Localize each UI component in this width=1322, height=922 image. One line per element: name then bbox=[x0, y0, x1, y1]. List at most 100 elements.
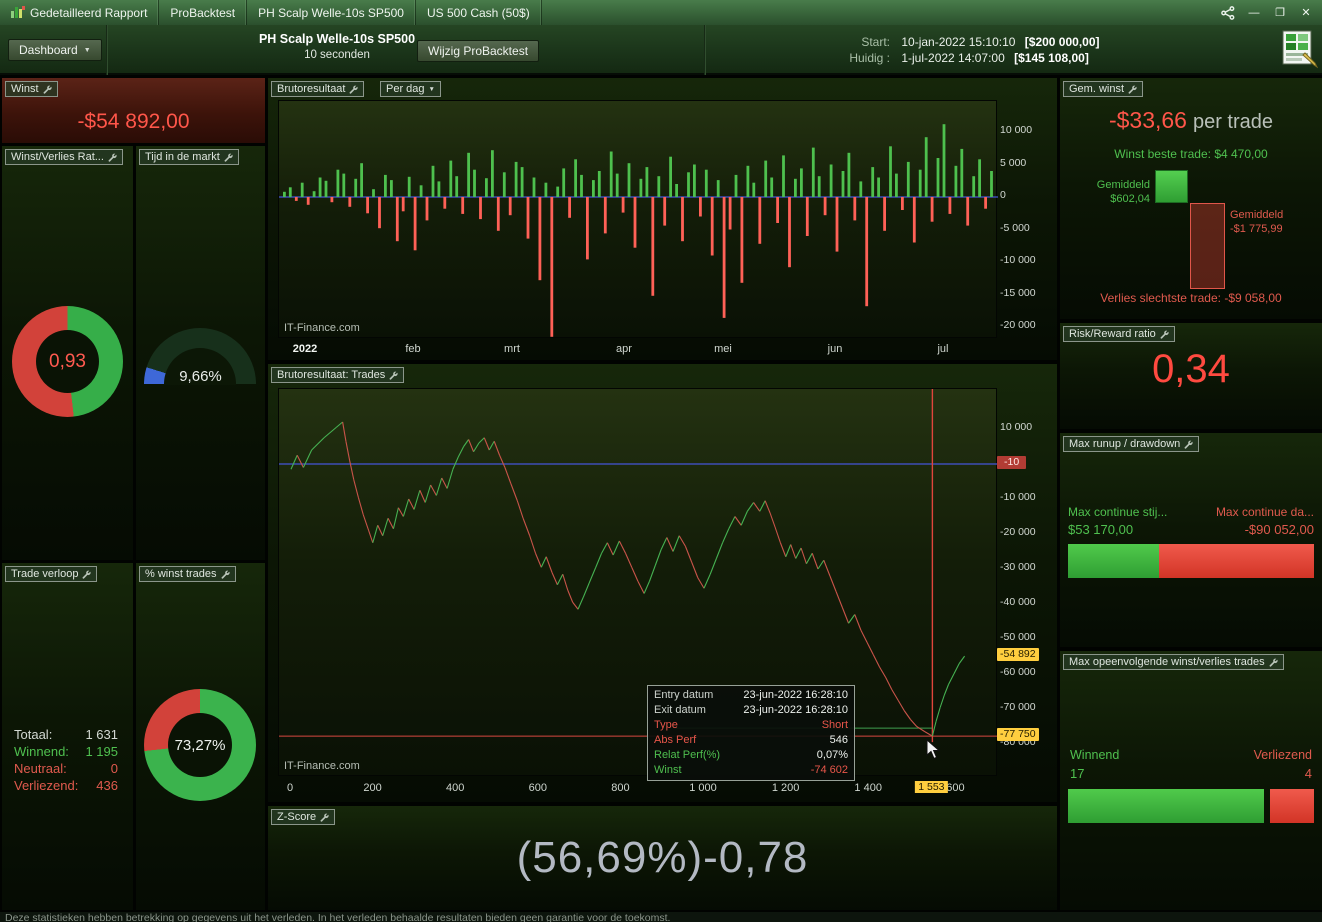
axis-tick: 0 bbox=[1000, 189, 1006, 201]
chevron-down-icon: ▼ bbox=[428, 85, 435, 93]
avg-win-bar bbox=[1155, 170, 1188, 203]
tab-label: Gedetailleerd Rapport bbox=[30, 5, 148, 20]
bruto-dag-chart[interactable]: IT-Finance.com bbox=[278, 100, 998, 338]
wrench-icon bbox=[1269, 658, 1278, 667]
mouse-cursor bbox=[926, 738, 941, 765]
tab-instrument[interactable]: US 500 Cash (50$) bbox=[416, 0, 542, 25]
bruto-dag-settings-chip[interactable]: Brutoresultaat bbox=[271, 81, 365, 97]
axis-tick: 0 bbox=[286, 782, 294, 794]
footer-disclaimer: Deze statistieken hebben betrekking op g… bbox=[0, 912, 1322, 922]
panel-brutoresultaat-trades: Brutoresultaat: Trades IT-Finance.com 10… bbox=[268, 364, 1057, 802]
zscore-settings-chip[interactable]: Z-Score bbox=[271, 809, 336, 825]
pct-winst-donut: 73,27% bbox=[144, 689, 256, 801]
stat-neutraal: Neutraal: 0 bbox=[14, 761, 118, 776]
tab-strategy[interactable]: PH Scalp Welle-10s SP500 bbox=[247, 0, 416, 25]
gem-winst-value: -$33,66 per trade bbox=[1108, 107, 1274, 133]
winst-value: -$54 892,00 bbox=[77, 110, 190, 133]
tooltip-row: Relat Perf(%) 0,07% bbox=[654, 749, 848, 761]
axis-tick: -10 000 bbox=[1000, 254, 1036, 266]
app-window: Gedetailleerd Rapport ProBacktest PH Sca… bbox=[0, 0, 1322, 922]
panel-trade-verloop: Trade verloop Totaal: 1 631 Winnend: 1 195… bbox=[2, 563, 133, 910]
toolbar: Dashboard ▼ PH Scalp Welle-10s SP500 10 … bbox=[0, 25, 1322, 75]
max-runup-settings-chip[interactable]: Max runup / drawdown bbox=[1063, 436, 1200, 452]
wrench-icon bbox=[83, 570, 92, 579]
panel-wl-ratio: Winst/Verlies Rat... 0,93 bbox=[2, 146, 133, 560]
stat-totaal: Totaal: 1 631 bbox=[14, 727, 118, 742]
share-icon[interactable] bbox=[1220, 5, 1236, 21]
axis-tick: 2022 bbox=[292, 343, 318, 355]
runup-values: $53 170,00 -$90 052,00 bbox=[1068, 522, 1314, 537]
axis-tick: -20 000 bbox=[1000, 319, 1036, 331]
watermark: IT-Finance.com bbox=[284, 760, 360, 772]
best-trade-label: Winst beste trade: $4 470,00 bbox=[1114, 147, 1268, 161]
session-start-row: Start: 10-jan-2022 15:10:10 [$200 000,00… bbox=[861, 35, 1100, 49]
axis-tick: 1 000 bbox=[689, 782, 717, 794]
wrench-icon bbox=[43, 85, 52, 94]
bruto-trades-xaxis: 0 200 400 600 800 1 000 1 200 1 400 1 600 1 553 bbox=[278, 778, 997, 799]
wl-ratio-settings-chip[interactable]: Winst/Verlies Rat... bbox=[5, 149, 123, 165]
wl-ratio-value: 0,93 bbox=[49, 350, 86, 372]
max-consec-settings-chip[interactable]: Max opeenvolgende winst/verlies trades bbox=[1063, 654, 1284, 670]
minimize-icon[interactable]: — bbox=[1246, 5, 1262, 21]
panel-zscore: Z-Score (56,69%)-0,78 bbox=[268, 806, 1057, 910]
bruto-trades-settings-chip[interactable]: Brutoresultaat: Trades bbox=[271, 367, 405, 383]
consec-bars bbox=[1068, 789, 1314, 823]
tijd-value: 9,66% bbox=[179, 368, 222, 385]
avg-win-label: Gemiddeld $602,04 bbox=[1096, 179, 1150, 205]
consec-loss-bar bbox=[1269, 789, 1314, 823]
close-icon[interactable]: ✕ bbox=[1298, 5, 1314, 21]
axis-tick: 5 000 bbox=[1000, 156, 1027, 169]
wrench-icon bbox=[350, 85, 359, 94]
winst-settings-chip[interactable]: Winst bbox=[5, 81, 58, 97]
panel-tijd-in-de-markt: Tijd in de markt 9,66% bbox=[136, 146, 265, 560]
report-icon[interactable] bbox=[1282, 29, 1319, 74]
tooltip-row: Abs Perf 546 bbox=[654, 734, 848, 746]
trade-verloop-settings-chip[interactable]: Trade verloop bbox=[5, 566, 98, 582]
risk-reward-settings-chip[interactable]: Risk/Reward ratio bbox=[1063, 326, 1175, 342]
panel-pct-winst-trades: % winst trades 73,27% bbox=[136, 563, 265, 910]
axis-tick: -10 bbox=[997, 456, 1027, 469]
stat-winnend: Winnend: 1 195 bbox=[14, 744, 118, 759]
per-dag-dropdown[interactable]: Per dag ▼ bbox=[380, 81, 441, 97]
maximize-icon[interactable]: ❐ bbox=[1272, 5, 1288, 21]
axis-tick: jun bbox=[827, 343, 843, 355]
axis-tick: mrt bbox=[504, 343, 520, 355]
axis-tick: 10 000 bbox=[1000, 124, 1033, 136]
toolbar-separator bbox=[106, 25, 108, 75]
panel-risk-reward: Risk/Reward ratio 0,34 bbox=[1060, 323, 1322, 429]
bruto-trades-chart[interactable]: IT-Finance.com bbox=[278, 388, 998, 776]
axis-tick: -20 000 bbox=[1000, 526, 1036, 538]
session-info: Start: 10-jan-2022 15:10:10 [$200 000,00… bbox=[836, 34, 1100, 66]
dashboard: Winst -$54 892,00 Winst/Verlies Rat... 0… bbox=[0, 75, 1322, 912]
worst-trade-label: Verlies slechtste trade: -$9 058,00 bbox=[1100, 291, 1282, 305]
axis-tick: 200 bbox=[363, 782, 382, 794]
zscore-value: (56,69%)-0,78 bbox=[516, 833, 809, 882]
panel-winst: Winst -$54 892,00 bbox=[2, 78, 265, 143]
dashboard-button[interactable]: Dashboard ▼ bbox=[8, 39, 102, 61]
tijd-settings-chip[interactable]: Tijd in de markt bbox=[139, 149, 239, 165]
chevron-down-icon: ▼ bbox=[83, 46, 91, 54]
axis-tick: -30 000 bbox=[1000, 561, 1036, 573]
axis-tick: -77 750 bbox=[997, 728, 1039, 742]
bruto-trades-yaxis: 10 000 -10 000 -20 000 -30 000 -40 000 -50 00… bbox=[995, 364, 1055, 802]
axis-tick: jul bbox=[937, 343, 949, 355]
wrench-icon bbox=[320, 813, 329, 822]
panel-max-runup-drawdown: Max runup / drawdown Max continue stij..… bbox=[1060, 433, 1322, 647]
axis-tick: -54 892 bbox=[997, 648, 1039, 662]
wijzig-probacktest-button[interactable]: Wijzig ProBacktest bbox=[417, 40, 540, 62]
axis-tick: 1 200 bbox=[771, 782, 800, 794]
risk-reward-value: 0,34 bbox=[1152, 347, 1230, 391]
pct-winst-settings-chip[interactable]: % winst trades bbox=[139, 566, 236, 582]
trade-verloop-stats: Totaal: 1 631 Winnend: 1 195 Neutraal: 0 Ve… bbox=[2, 726, 133, 794]
gem-winst-settings-chip[interactable]: Gem. winst bbox=[1063, 81, 1144, 97]
axis-tick: 10 000 bbox=[1000, 421, 1033, 433]
wrench-icon bbox=[221, 570, 230, 579]
bruto-dag-yaxis: 10 000 5 000 0 -5 000 -10 000 -15 000 -20 000 bbox=[995, 78, 1055, 360]
consec-labels: Winnend Verliezend bbox=[1070, 748, 1312, 762]
axis-tick: -15 000 bbox=[1000, 286, 1036, 299]
bruto-dag-xaxis: 2022 feb mrt apr mei jun jul bbox=[278, 339, 997, 360]
tab-gedetailleerd-rapport[interactable]: Gedetailleerd Rapport bbox=[0, 0, 160, 25]
session-huidig-row: Huidig : 1-jul-2022 14:07:00 [$145 108,0… bbox=[849, 51, 1089, 65]
axis-tick: 1 400 bbox=[854, 782, 882, 794]
tab-probacktest[interactable]: ProBacktest bbox=[159, 0, 248, 25]
